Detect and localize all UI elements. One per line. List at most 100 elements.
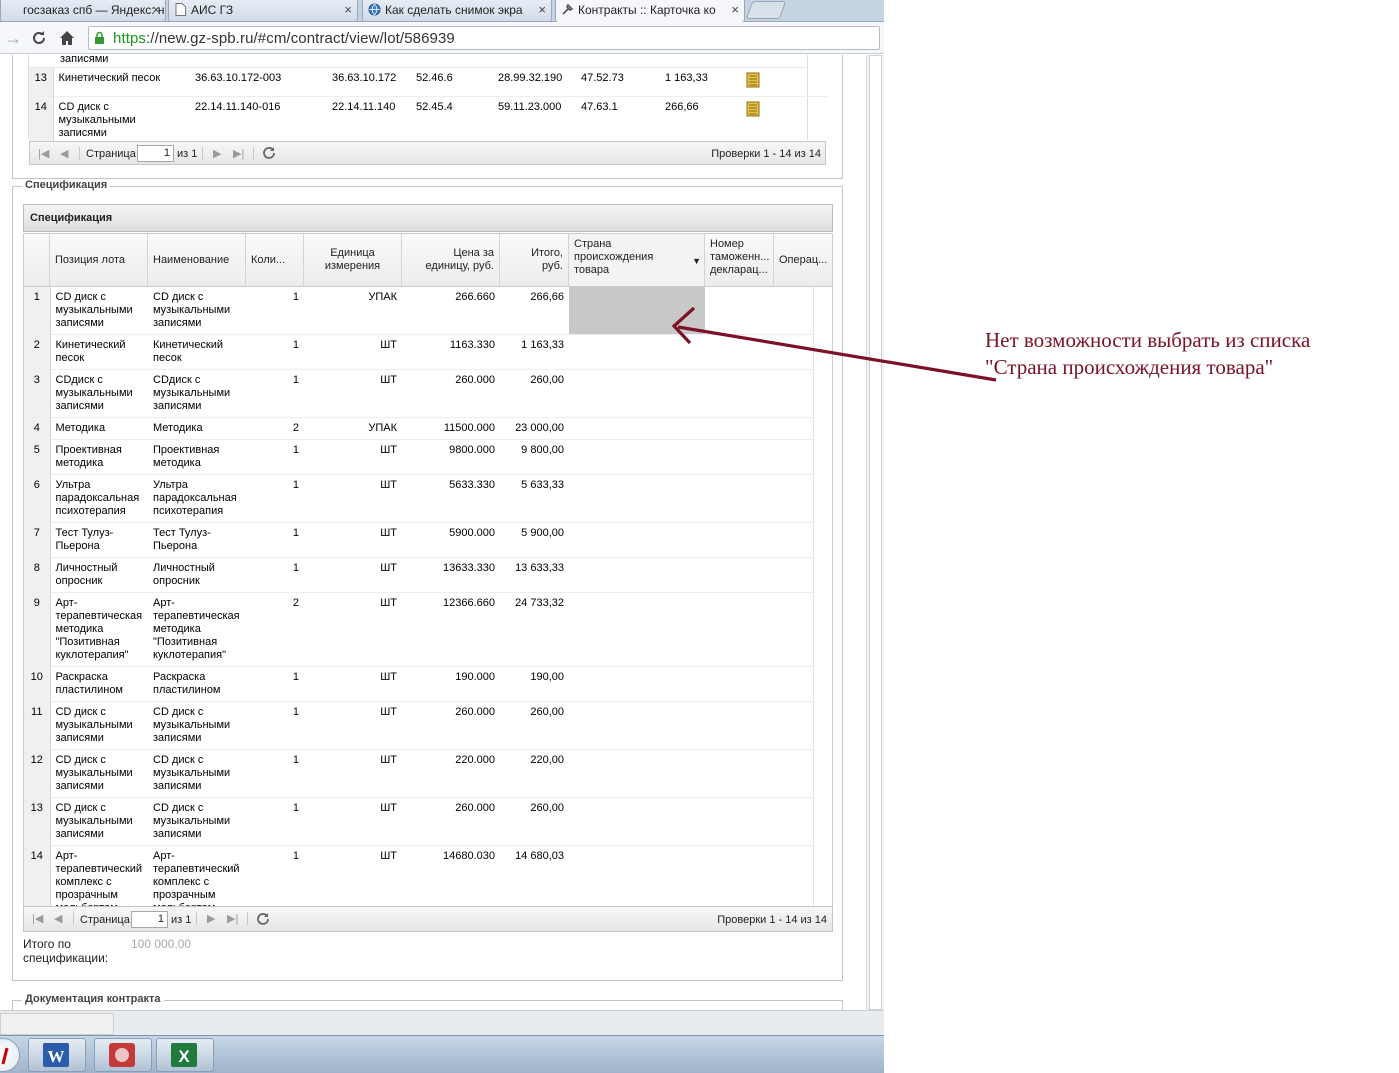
forward-icon[interactable]: →: [4, 27, 22, 49]
cell-quantity: 1: [292, 291, 299, 303]
cell-total: 190,00: [530, 671, 564, 683]
scrollbar-thumb[interactable]: [869, 55, 882, 1010]
last-page-icon[interactable]: ▶|: [233, 147, 244, 160]
word-icon[interactable]: W: [28, 1038, 86, 1072]
prev-page-icon[interactable]: ◀: [60, 147, 68, 160]
cell-origin-country[interactable]: [569, 475, 705, 523]
column-header-name[interactable]: Наименование: [148, 234, 246, 286]
cell-customs-number[interactable]: [705, 798, 814, 846]
next-page-icon[interactable]: ▶: [213, 147, 221, 160]
close-icon[interactable]: ×: [152, 2, 160, 17]
cell-name: CDдиск с музыкальными записями: [153, 374, 231, 412]
cell-origin-country[interactable]: [569, 750, 705, 798]
column-header-origin-country[interactable]: Страна происхождения товара ▼: [569, 234, 705, 286]
table-row[interactable]: 6 Ультра парадоксальная психотерапия Ультр…: [24, 474, 814, 523]
tab-contracts[interactable]: Контракты :: Карточка ко ×: [555, 0, 745, 22]
column-header-price[interactable]: Цена за единицу, руб.: [402, 234, 500, 286]
page-count: из 1: [177, 148, 198, 160]
cell-unit: ШТ: [380, 754, 397, 766]
table-row[interactable]: 14 CD диск с музыкальными записями 22.14.1…: [29, 96, 828, 145]
refresh-icon[interactable]: [255, 911, 271, 930]
table-row[interactable]: 13 CD диск с музыкальными записями CD диск…: [24, 797, 814, 846]
first-page-icon[interactable]: |◀: [32, 912, 43, 925]
tab-ais-gz[interactable]: АИС ГЗ ×: [168, 0, 358, 22]
tab-yandex[interactable]: госзаказ спб — Яндекс: н ×: [0, 0, 166, 22]
page-number-input[interactable]: 1: [131, 911, 168, 928]
page-scrollbar[interactable]: [866, 55, 884, 1010]
column-menu-icon[interactable]: ▼: [692, 255, 701, 268]
row-number: 13: [29, 68, 54, 97]
cell-origin-country[interactable]: [569, 798, 705, 846]
table-row[interactable]: 8 Личностный опросник Личностный опросник 1…: [24, 557, 814, 593]
cell-origin-country[interactable]: [569, 558, 705, 593]
cell-customs-number[interactable]: [705, 418, 814, 440]
cell-origin-country[interactable]: [569, 523, 705, 558]
cell-origin-country[interactable]: [569, 440, 705, 475]
spec-grid-title: Спецификация: [23, 204, 833, 232]
start-icon[interactable]: [0, 1038, 20, 1072]
cell-origin-country[interactable]: [569, 418, 705, 440]
column-header-unit[interactable]: Единица измерения: [304, 234, 402, 286]
cell-customs-number[interactable]: [705, 667, 814, 702]
table-row[interactable]: 11 CD диск с музыкальными записями CD диск…: [24, 701, 814, 750]
cell-unit: ШТ: [380, 562, 397, 574]
cell-origin-country[interactable]: [569, 667, 705, 702]
close-icon[interactable]: ×: [538, 2, 546, 17]
cell-document: [740, 97, 828, 145]
cell-origin-country[interactable]: [569, 702, 705, 750]
reload-icon[interactable]: [31, 27, 47, 51]
refresh-icon[interactable]: [261, 145, 277, 164]
column-header-operations[interactable]: Операц...: [774, 234, 834, 286]
row-number: 6: [24, 474, 51, 523]
excel-icon[interactable]: X: [156, 1038, 214, 1072]
cell-customs-number[interactable]: [705, 846, 814, 907]
cell-name: CD диск с музыкальными записями: [153, 802, 231, 840]
last-page-icon[interactable]: ▶|: [227, 912, 238, 925]
page-number-input[interactable]: 1: [137, 145, 174, 162]
row-number: 3: [24, 369, 51, 418]
cell-origin-country[interactable]: [569, 846, 705, 907]
document-icon[interactable]: [745, 101, 761, 117]
cell-quantity: 1: [292, 374, 299, 386]
document-icon[interactable]: [745, 72, 761, 88]
home-icon[interactable]: [59, 27, 75, 51]
table-row[interactable]: 12 CD диск с музыкальными записями CD диск…: [24, 749, 814, 798]
cell-customs-number[interactable]: [705, 523, 814, 558]
cell-customs-number[interactable]: [705, 702, 814, 750]
cell-code: 47.63.1: [581, 101, 618, 113]
column-header-total[interactable]: Итого, руб.: [500, 234, 569, 286]
new-tab-button[interactable]: [745, 1, 787, 19]
cell-customs-number[interactable]: [705, 750, 814, 798]
address-bar[interactable]: https://new.gz-spb.ru/#cm/contract/view/…: [88, 26, 880, 50]
cell-customs-number[interactable]: [705, 558, 814, 593]
table-row[interactable]: 10 Раскраска пластилином Раскраска пластил…: [24, 666, 814, 702]
cell-code: 22.14.11.140-016: [195, 101, 281, 113]
column-header-position[interactable]: Позиция лота: [50, 234, 148, 286]
close-icon[interactable]: ×: [344, 2, 352, 17]
table-row[interactable]: 14 Арт-терапевтический комплекс с прозрач…: [24, 845, 814, 907]
table-row[interactable]: 5 Проективная методика Проективная методик…: [24, 439, 814, 475]
column-header-quantity[interactable]: Коли...: [246, 234, 304, 286]
app-icon[interactable]: [94, 1038, 152, 1072]
spec-grid-header: Позиция лота Наименование Коли... Единиц…: [23, 233, 833, 287]
globe-icon: [368, 3, 381, 16]
cell-total: 24 733,32: [515, 597, 564, 609]
table-row[interactable]: 4 Методика Методика 2 УПАК 11500.000 23 000,00: [24, 417, 814, 440]
column-header-customs-number[interactable]: Номер таможенн... декларац...: [705, 234, 774, 286]
tab-title: Контракты :: Карточка ко: [578, 3, 716, 17]
prev-page-icon[interactable]: ◀: [54, 912, 62, 925]
first-page-icon[interactable]: |◀: [38, 147, 49, 160]
table-row[interactable]: 7 Тест Тулуз-Пьерона Тест Тулуз-Пьерона 1 ШТ…: [24, 522, 814, 558]
url-text: https://new.gz-spb.ru/#cm/contract/view/…: [113, 30, 455, 47]
table-row[interactable]: 9 Арт-терапевтическая методика "Позитивна…: [24, 592, 814, 667]
tab-screenshot-howto[interactable]: Как сделать снимок экра ×: [362, 0, 552, 22]
next-page-icon[interactable]: ▶: [207, 912, 215, 925]
close-icon[interactable]: ×: [731, 2, 739, 17]
cell-name: CD диск с музыкальными записями: [58, 101, 136, 139]
cell-customs-number[interactable]: [705, 593, 814, 667]
cell-customs-number[interactable]: [705, 475, 814, 523]
cell-name: CD диск с музыкальными записями: [153, 291, 231, 329]
table-row[interactable]: 13 Кинетический песок 36.63.10.172-003 36.6…: [29, 68, 828, 97]
cell-customs-number[interactable]: [705, 440, 814, 475]
cell-origin-country[interactable]: [569, 593, 705, 667]
